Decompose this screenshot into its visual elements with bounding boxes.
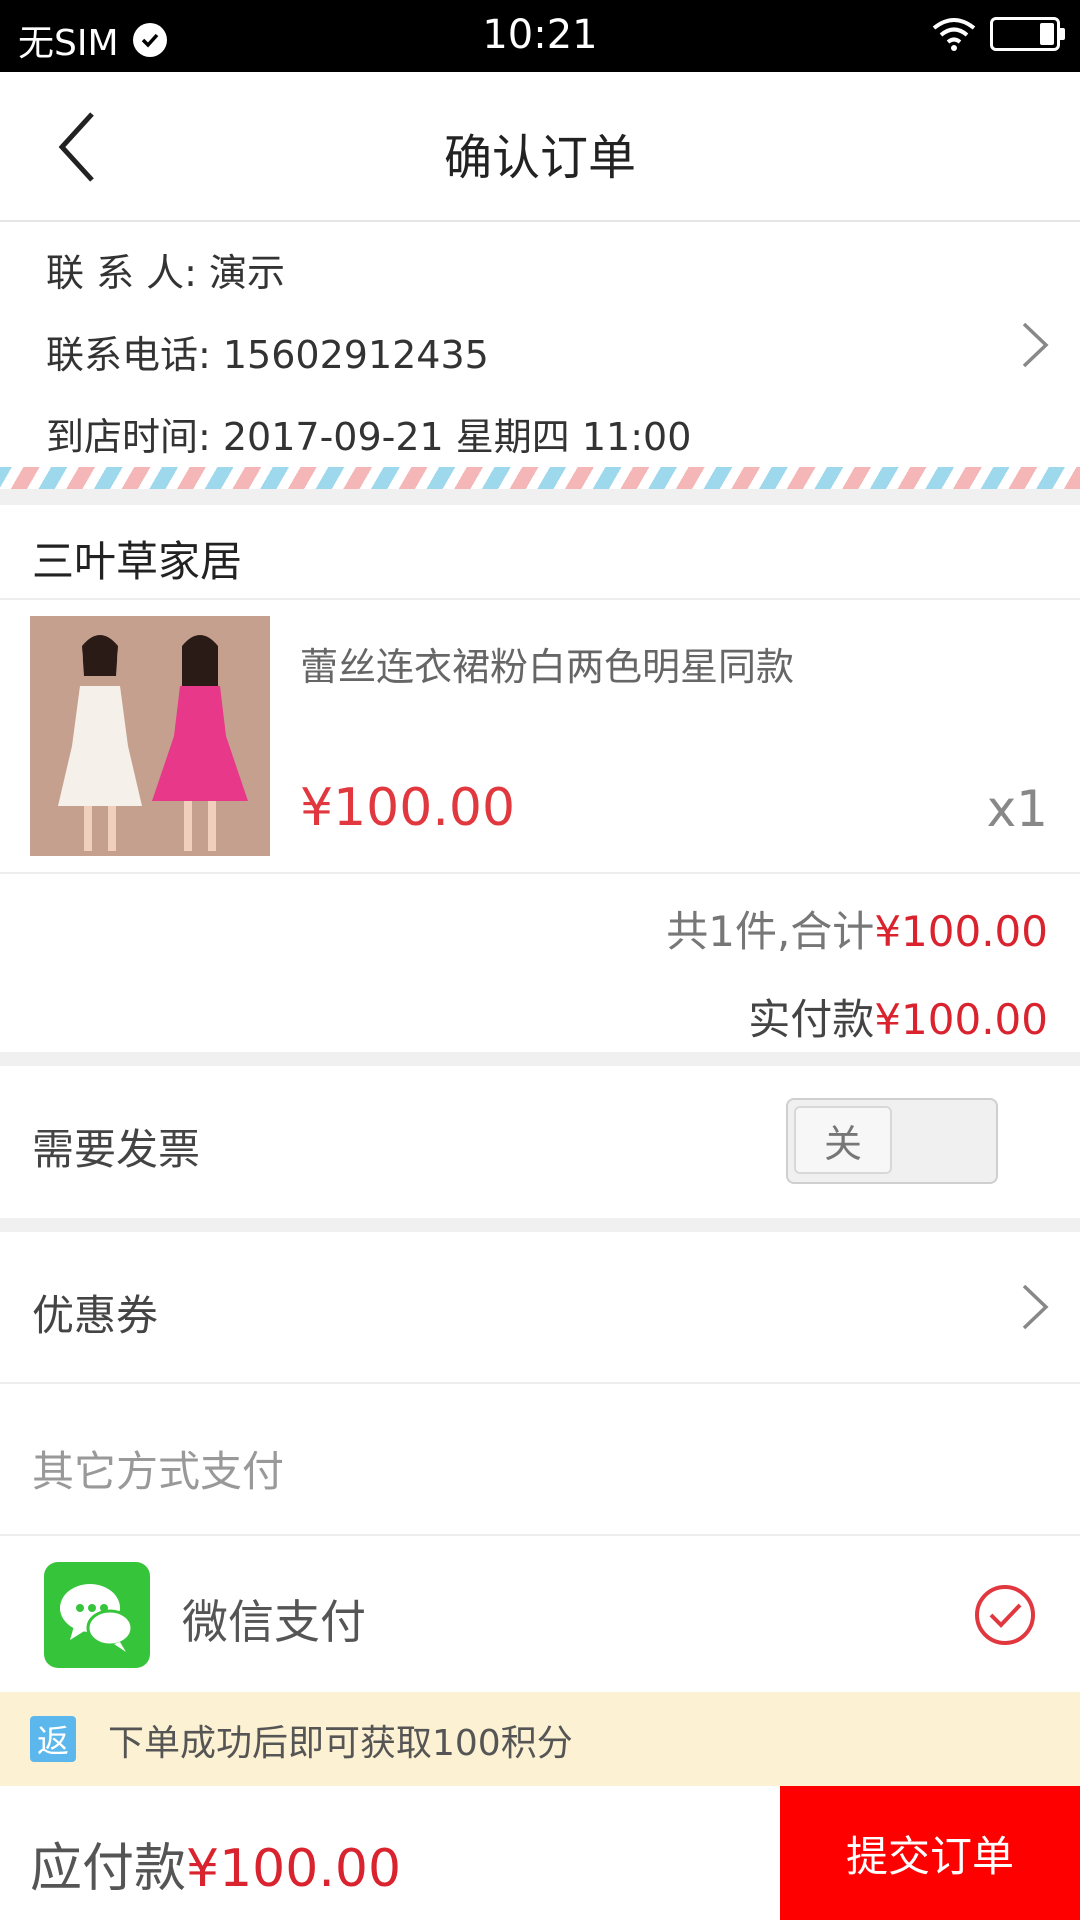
product-image[interactable] (30, 616, 270, 856)
contact-name: 联 系 人: 演示 (46, 251, 286, 295)
contact-info-section[interactable]: 联 系 人: 演示 联系电话: 15602912435 到店时间: 2017-0… (0, 222, 1080, 467)
due-label: 应付款 (30, 1839, 187, 1899)
invoice-toggle[interactable]: 关 (786, 1098, 998, 1184)
order-summary: 共1件,合计¥100.00 (666, 898, 1048, 959)
submit-order-button[interactable]: 提交订单 (780, 1786, 1080, 1920)
product-title[interactable]: 蕾丝连衣裙粉白两色明星同款 (300, 636, 794, 691)
envelope-stripe-divider (0, 467, 1080, 489)
page-title: 确认订单 (443, 130, 636, 186)
product-quantity: x1 (986, 780, 1048, 838)
chevron-right-icon (1022, 322, 1049, 368)
store-name: 三叶草家居 (32, 537, 243, 586)
product-price: ¥100.00 (300, 778, 516, 838)
points-notice-text: 下单成功后即可获取100积分 (108, 1723, 573, 1764)
battery-icon (990, 17, 1065, 51)
summary-total: ¥100.00 (874, 907, 1048, 956)
toggle-knob: 关 (794, 1106, 892, 1174)
divider (0, 598, 1080, 600)
rebate-badge-icon: 返 (30, 1716, 76, 1762)
arrival-time: 到店时间: 2017-09-21 星期四 11:00 (46, 415, 692, 459)
paid-amount: ¥100.00 (874, 995, 1048, 1044)
section-gap (0, 1052, 1080, 1066)
selected-check-icon (975, 1585, 1035, 1645)
amount-due: 应付款¥100.00 (30, 1826, 401, 1901)
summary-prefix: 共1件,合计 (666, 907, 875, 956)
wifi-icon (932, 18, 976, 51)
paid-label: 实付款 (748, 995, 875, 1044)
nav-header: 确认订单 (0, 72, 1080, 222)
wechat-pay-option[interactable]: 微信支付 (0, 1536, 1080, 1690)
other-payment-label: 其它方式支付 (32, 1447, 285, 1496)
wechat-icon (44, 1562, 150, 1668)
section-gap (0, 1218, 1080, 1232)
bottom-checkout-bar: 应付款¥100.00 提交订单 (0, 1786, 1080, 1920)
product-photo-illustration (30, 616, 270, 856)
due-amount: ¥100.00 (186, 1839, 402, 1899)
section-gap (0, 489, 1080, 505)
invoice-label: 需要发票 (32, 1125, 201, 1174)
coupon-label: 优惠券 (32, 1291, 159, 1340)
chevron-right-icon (1022, 1284, 1049, 1330)
clock: 10:21 (482, 12, 598, 58)
divider (0, 1382, 1080, 1384)
coupon-row[interactable]: 优惠券 (0, 1232, 1080, 1382)
status-bar: 无SIM 10:21 (0, 0, 1080, 72)
points-notice-banner: 返 下单成功后即可获取100积分 (0, 1692, 1080, 1786)
paid-amount-line: 实付款¥100.00 (748, 986, 1048, 1047)
contact-phone: 联系电话: 15602912435 (46, 333, 489, 377)
wechat-pay-label: 微信支付 (182, 1595, 366, 1649)
divider (0, 872, 1080, 874)
status-right (930, 16, 1065, 52)
